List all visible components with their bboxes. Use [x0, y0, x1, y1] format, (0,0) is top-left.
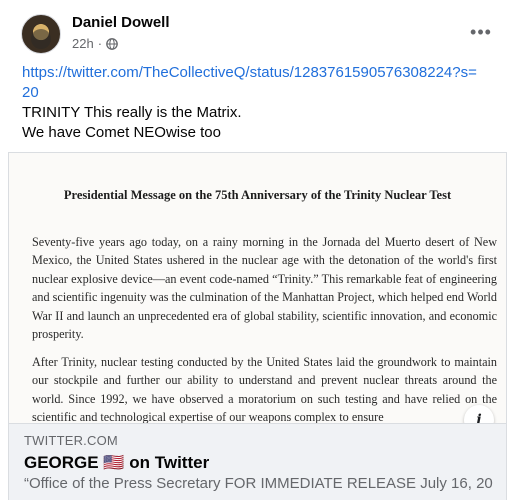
document-title: Presidential Message on the 75th Anniver… [63, 188, 452, 202]
more-options-icon: ••• [470, 21, 492, 42]
link-title[interactable]: GEORGE 🇺🇸 on Twitter [24, 453, 209, 473]
author-name[interactable]: Daniel Dowell [72, 14, 170, 31]
facebook-post: Daniel Dowell 22h · ••• https://twitter.… [0, 0, 515, 500]
document-paragraph-2: After Trinity, nuclear testing conducted… [32, 355, 497, 423]
post-text-line-1: TRINITY This really is the Matrix. [22, 104, 242, 121]
post-text-line-2: We have Comet NEOwise too [22, 124, 221, 141]
avatar[interactable] [21, 14, 61, 54]
link-domain: TWITTER.COM [24, 433, 118, 448]
post-time[interactable]: 22h [72, 36, 94, 51]
link-description: “Office of the Press Secretary FOR IMMED… [24, 475, 494, 492]
post-header: Daniel Dowell 22h · ••• [16, 12, 499, 56]
more-options-button[interactable]: ••• [465, 16, 497, 48]
post-link[interactable]: https://twitter.com/TheCollectiveQ/statu… [22, 63, 482, 103]
meta-separator: · [97, 36, 103, 51]
globe-icon[interactable] [106, 37, 118, 50]
post-meta: 22h · [72, 36, 118, 51]
post-body: https://twitter.com/TheCollectiveQ/statu… [22, 63, 482, 143]
preview-image[interactable]: Presidential Message on the 75th Anniver… [9, 153, 506, 423]
link-preview-card[interactable]: Presidential Message on the 75th Anniver… [8, 152, 507, 500]
link-preview-details[interactable]: TWITTER.COM GEORGE 🇺🇸 on Twitter “Office… [9, 423, 506, 500]
document-paragraph-1: Seventy-five years ago today, on a rainy… [32, 235, 497, 342]
